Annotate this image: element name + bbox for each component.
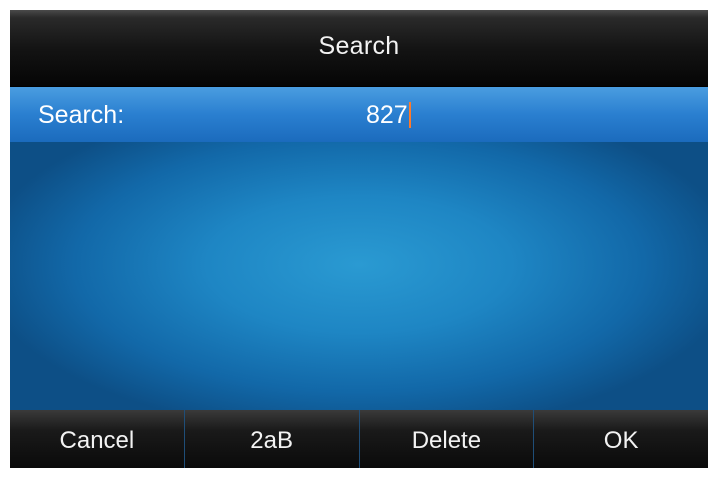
cancel-button[interactable]: Cancel <box>10 410 184 468</box>
title-bar: Search <box>10 10 708 87</box>
ok-button[interactable]: OK <box>533 410 708 468</box>
search-label: Search: <box>38 101 125 129</box>
phone-screen: Search Search: 827 Cancel 2aB Delete OK <box>10 10 708 468</box>
search-row[interactable]: Search: 827 <box>10 87 708 142</box>
results-area <box>10 142 708 410</box>
text-cursor <box>408 102 411 128</box>
input-mode-button[interactable]: 2aB <box>183 410 359 468</box>
delete-button[interactable]: Delete <box>358 410 534 468</box>
softkey-bar: Cancel 2aB Delete OK <box>10 410 708 468</box>
page-title: Search <box>318 32 400 60</box>
search-input[interactable]: 827 <box>366 99 411 131</box>
search-value: 827 <box>366 100 408 129</box>
content-area: Search: 827 <box>10 87 708 410</box>
